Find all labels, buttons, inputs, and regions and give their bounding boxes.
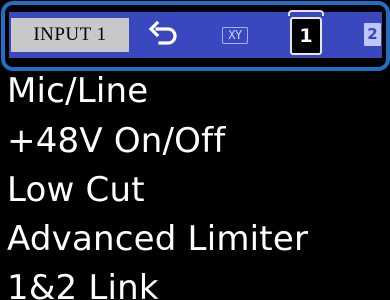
tab-bar: INPUT 1 XY 1 2 [9,10,382,58]
xy-label: XY [228,28,242,42]
return-arrow-icon[interactable] [145,18,185,52]
device-screen: INPUT 1 XY 1 2 Mic/Line +48V On/Off Low … [0,0,390,300]
menu-item-phantom-power[interactable]: +48V On/Off [7,121,226,161]
tab-channel-1[interactable]: 1 [290,17,322,55]
tab-input-1[interactable]: INPUT 1 [11,18,129,52]
menu-item-mic-line[interactable]: Mic/Line [7,71,148,111]
menu-item-low-cut[interactable]: Low Cut [7,170,145,210]
selected-tab-bracket [288,10,324,16]
tab-xy[interactable]: XY [218,21,252,49]
settings-menu: Mic/Line +48V On/Off Low Cut Advanced Li… [0,67,390,300]
menu-item-advanced-limiter[interactable]: Advanced Limiter [7,219,308,259]
menu-item-link[interactable]: 1&2 Link [7,268,159,300]
tab-channel-2[interactable]: 2 [364,23,381,46]
